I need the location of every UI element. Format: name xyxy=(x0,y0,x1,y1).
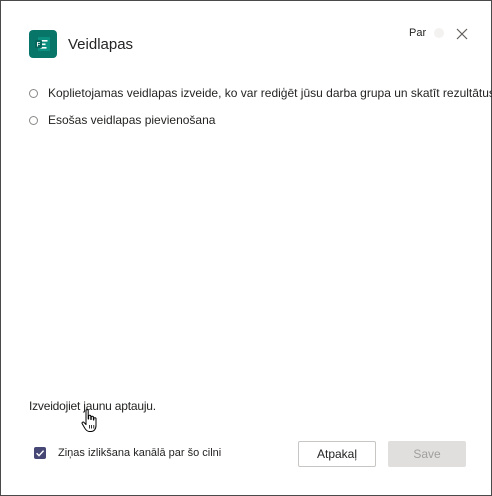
post-to-channel-label: Ziņas izlikšana kanālā par šo cilni xyxy=(58,447,222,459)
about-toggle[interactable] xyxy=(434,28,444,38)
save-button[interactable]: Save xyxy=(388,441,466,467)
checkbox-checked-icon[interactable] xyxy=(34,447,46,459)
close-icon[interactable] xyxy=(453,25,471,43)
dialog-title: Veidlapas xyxy=(68,36,134,53)
option-add-existing-form[interactable]: Esošas veidlapas pievienošana xyxy=(29,112,215,128)
svg-text:F: F xyxy=(37,42,41,48)
radio-add-existing-form[interactable] xyxy=(29,115,38,125)
post-to-channel-checkbox[interactable]: Ziņas izlikšana kanālā par šo cilni xyxy=(34,447,221,459)
option-create-shared-form[interactable]: Koplietojamas veidlapas izveide, ko var … xyxy=(29,85,492,101)
radio-create-shared-form[interactable] xyxy=(29,88,38,98)
option-label: Esošas veidlapas pievienošana xyxy=(48,113,216,127)
hand-cursor-icon xyxy=(80,408,102,436)
forms-app-icon: F xyxy=(29,30,57,58)
back-button[interactable]: Atpakaļ xyxy=(298,441,376,467)
about-link[interactable]: Par xyxy=(409,27,426,39)
option-label: Koplietojamas veidlapas izveide, ko var … xyxy=(48,86,492,100)
forms-tab-dialog: F Veidlapas Par Koplietojamas veidlapas … xyxy=(0,0,492,496)
